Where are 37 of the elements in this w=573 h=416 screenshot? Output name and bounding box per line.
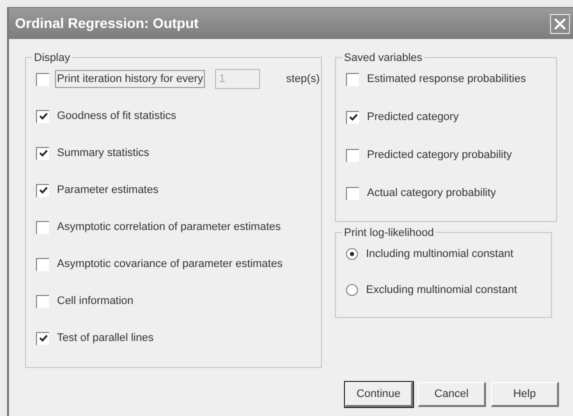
option-label: Actual category probability bbox=[367, 186, 496, 201]
radio-button[interactable] bbox=[346, 284, 358, 296]
checkbox[interactable] bbox=[346, 110, 359, 124]
checkbox[interactable] bbox=[346, 186, 359, 200]
checkbox[interactable] bbox=[346, 72, 359, 86]
option-label: Parameter estimates bbox=[57, 182, 158, 198]
checkbox[interactable] bbox=[346, 148, 359, 162]
option-label: Goodness of fit statistics bbox=[57, 108, 176, 124]
option-label: Asymptotic correlation of parameter estimates bbox=[57, 220, 281, 235]
dialog-button[interactable]: Cancel bbox=[418, 382, 486, 407]
group-title: Display bbox=[32, 50, 72, 66]
checkbox[interactable] bbox=[36, 184, 49, 196]
option-label: Summary statistics bbox=[57, 146, 150, 161]
checkbox[interactable] bbox=[36, 72, 49, 86]
dialog-button[interactable]: Help bbox=[491, 382, 559, 407]
checkbox[interactable] bbox=[36, 220, 49, 234]
option-label: Print iteration history for every bbox=[55, 70, 206, 88]
checkbox[interactable] bbox=[36, 258, 49, 270]
option-label: Cell information bbox=[57, 294, 134, 309]
option-label: Excluding multinomial constant bbox=[366, 282, 518, 298]
dialog-button[interactable]: Continue bbox=[345, 382, 413, 407]
radio-button[interactable] bbox=[346, 248, 358, 260]
option-label: Estimated response probabilities bbox=[367, 72, 526, 87]
option-label: Asymptotic covariance of parameter estimates bbox=[57, 256, 283, 272]
option-label: Including multinomial constant bbox=[366, 246, 514, 262]
option-label: Predicted category bbox=[367, 110, 459, 125]
checkbox[interactable] bbox=[36, 110, 49, 122]
close-icon bbox=[554, 18, 566, 30]
close-button[interactable] bbox=[550, 14, 570, 34]
option-label: Test of parallel lines bbox=[57, 330, 154, 346]
option-label: Predicted category probability bbox=[367, 148, 512, 163]
checkbox[interactable] bbox=[36, 332, 49, 344]
group-title: Print log-likelihood bbox=[342, 225, 436, 242]
checkbox[interactable] bbox=[36, 146, 49, 160]
option-label: step(s) bbox=[286, 72, 320, 87]
checkbox[interactable] bbox=[36, 294, 49, 308]
window-title: Ordinal Regression: Output bbox=[15, 14, 199, 33]
